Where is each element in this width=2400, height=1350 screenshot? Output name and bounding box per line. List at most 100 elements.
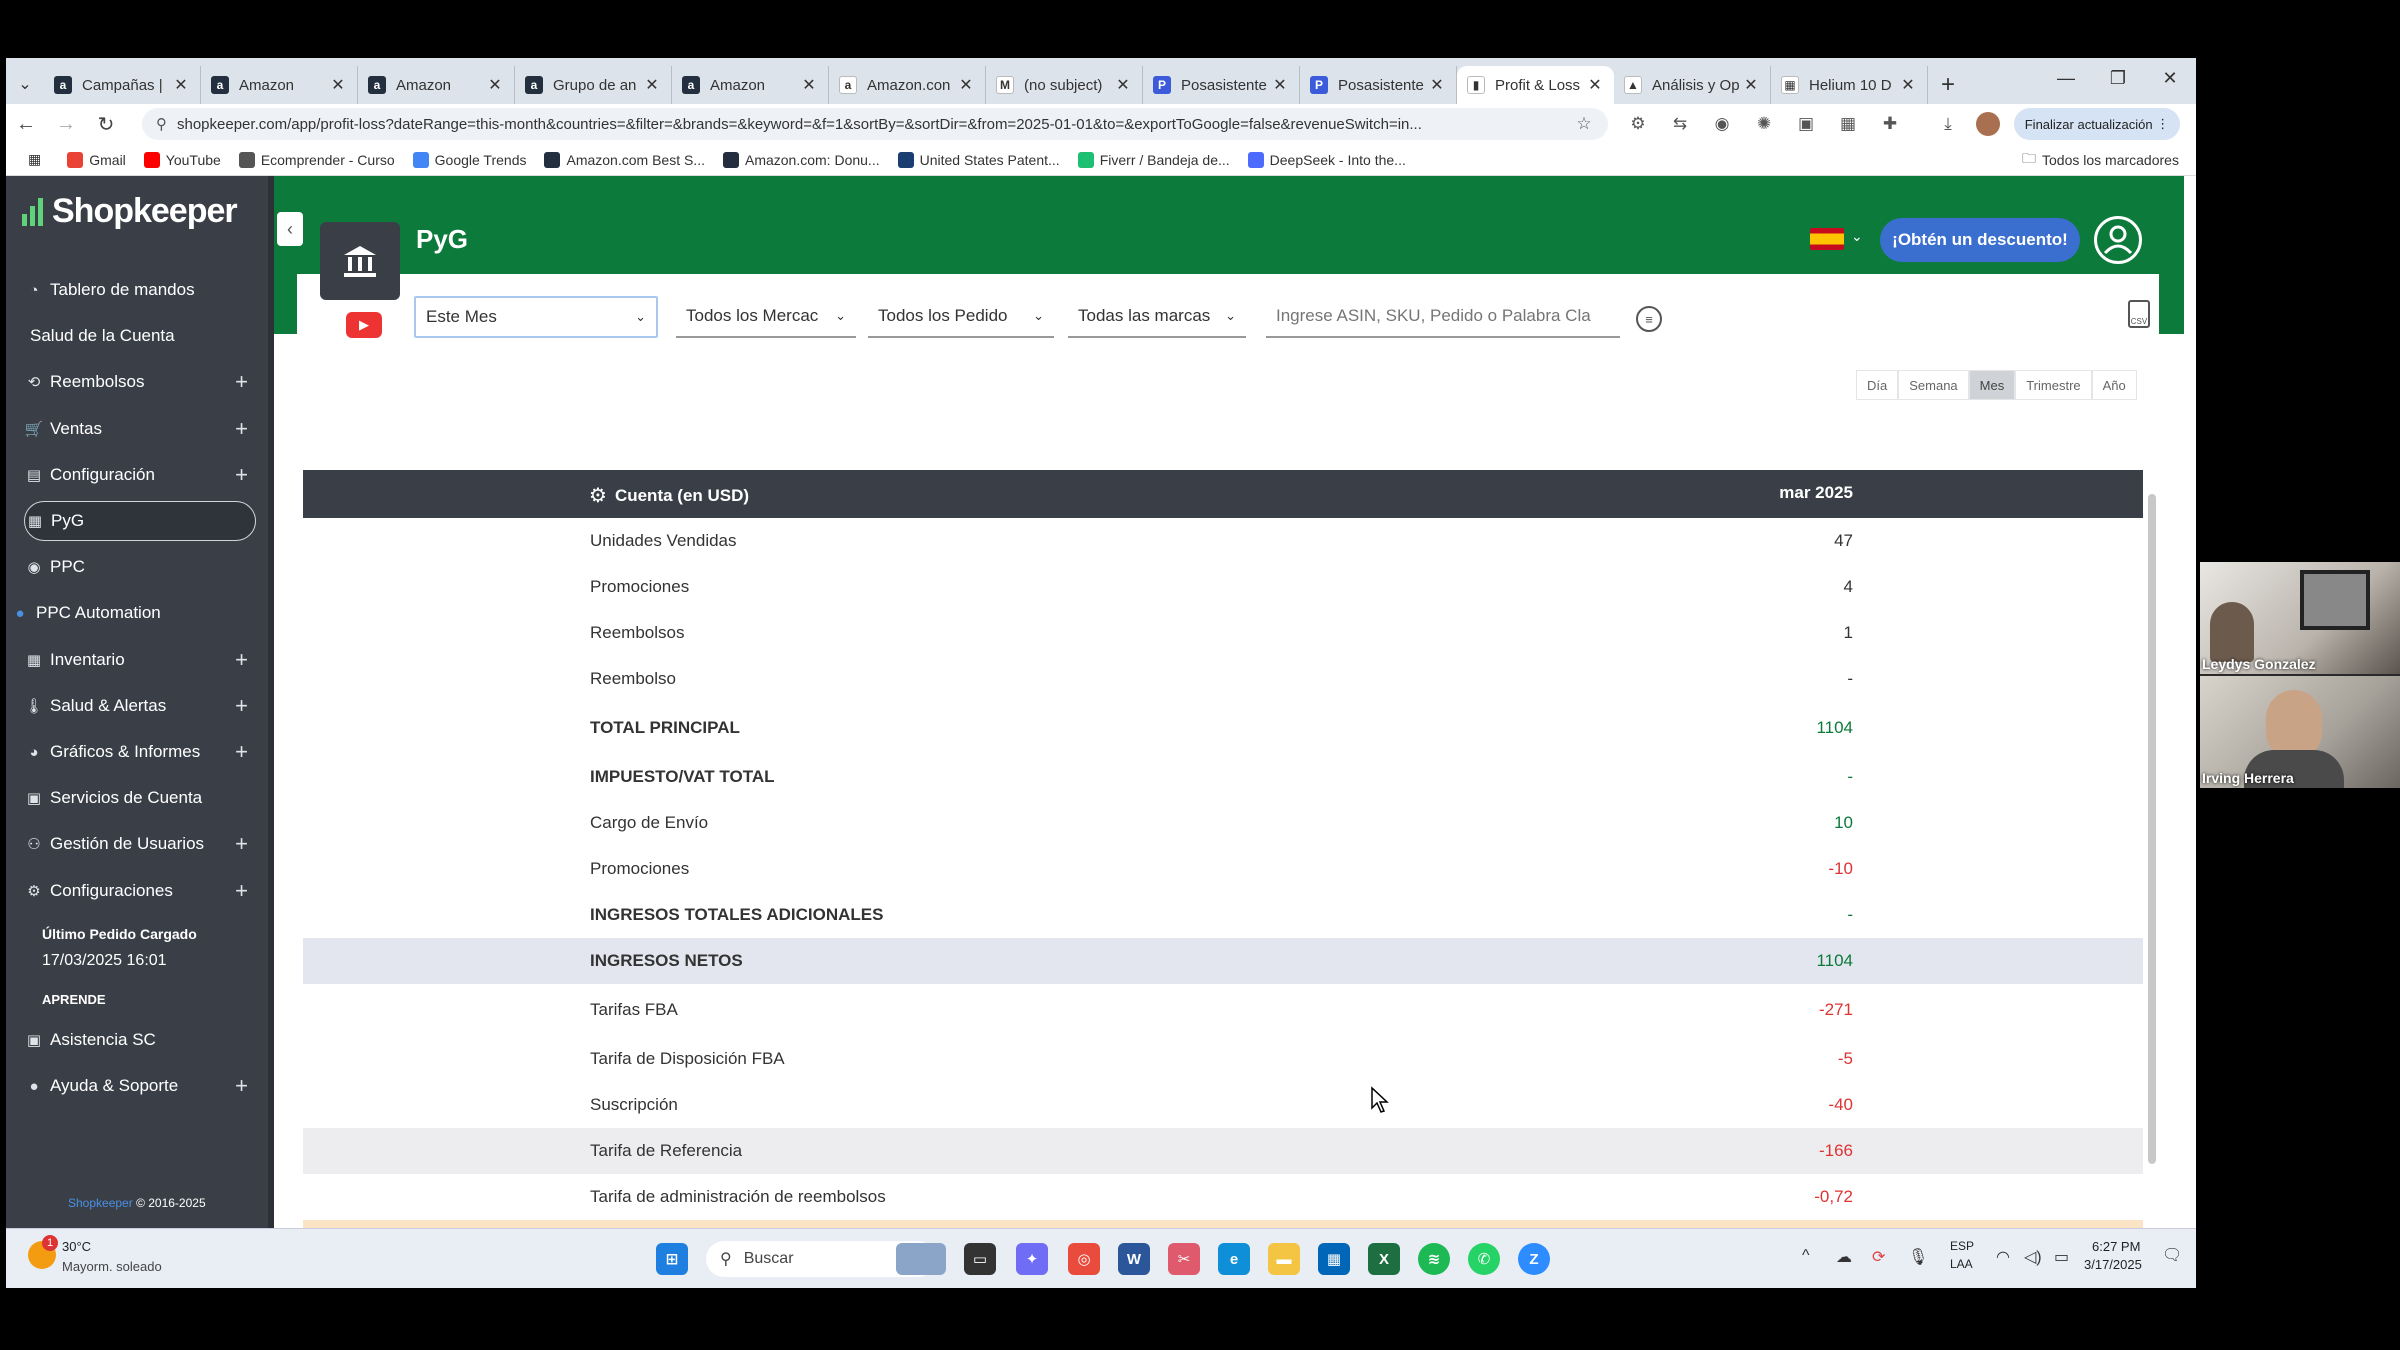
close-tab-icon[interactable]: ✕ <box>1114 75 1132 95</box>
bookmark-item[interactable]: Amazon.com: Donu... <box>722 151 880 168</box>
close-tab-icon[interactable]: ✕ <box>643 75 661 95</box>
asin-search-input[interactable] <box>1266 296 1620 338</box>
sidebar-item[interactable]: ◔ Tablero de mandos <box>24 270 260 310</box>
period-option[interactable]: Trimestre <box>2015 370 2092 400</box>
expand-plus-icon[interactable]: + <box>235 878 248 904</box>
close-tab-icon[interactable]: ✕ <box>1271 75 1289 95</box>
sidebar-item[interactable]: ▣ Servicios de Cuenta <box>24 778 260 818</box>
bookmark-item[interactable]: Ecomprender - Curso <box>238 151 395 168</box>
site-info-icon[interactable]: ⚲ <box>156 115 167 133</box>
marketplace-select[interactable]: Todos los Mercac ⌄ <box>676 296 856 338</box>
extension-icon[interactable]: ▦ <box>1836 112 1860 136</box>
browser-tab[interactable]: ▮ Profit & Loss ✕ <box>1457 66 1614 104</box>
browser-tab[interactable]: ▲ Análisis y Op ✕ <box>1614 66 1771 104</box>
sidebar-item[interactable]: ● PPC Automation <box>10 593 246 633</box>
period-option[interactable]: Día <box>1856 370 1899 400</box>
file-explorer-icon[interactable]: ▬ <box>1268 1243 1300 1275</box>
discount-button[interactable]: ¡Obtén un descuento! <box>1880 218 2080 262</box>
bookmark-item[interactable]: YouTube <box>143 151 221 168</box>
participant-tile[interactable]: Irving Herrera <box>2200 676 2400 788</box>
edge-icon[interactable]: e <box>1218 1243 1250 1275</box>
browser-tab[interactable]: a Amazon ✕ <box>672 66 829 104</box>
volume-icon[interactable]: ◁) <box>2024 1247 2042 1267</box>
sidebar-item[interactable]: ⚙ Configuraciones + <box>24 871 260 911</box>
profile-avatar[interactable] <box>1976 112 2000 136</box>
sidebar-item[interactable]: ▦ PyG <box>24 501 256 541</box>
period-option[interactable]: Año <box>2091 370 2137 400</box>
sidebar-item[interactable]: ◉ PPC <box>24 547 260 587</box>
battery-icon[interactable]: ▭ <box>2054 1247 2069 1267</box>
sync-icon[interactable]: ⟳ <box>1872 1247 1885 1267</box>
period-option[interactable]: Semana <box>1898 370 1969 400</box>
wifi-icon[interactable]: ◠ <box>1996 1247 2010 1267</box>
tray-chevron-icon[interactable]: ^ <box>1802 1247 1810 1265</box>
date-range-select[interactable]: Este Mes ⌄ <box>414 296 658 338</box>
expand-plus-icon[interactable]: + <box>235 369 248 395</box>
extension-icon[interactable]: ✺ <box>1752 112 1776 136</box>
download-icon[interactable]: ⤓ <box>1936 112 1960 136</box>
chrome-icon[interactable]: ◎ <box>1068 1243 1100 1275</box>
sidebar-item[interactable]: ▤ Configuración + <box>24 455 260 495</box>
update-button[interactable]: Finalizar actualización ⋮ <box>2014 108 2180 140</box>
onedrive-icon[interactable]: ☁ <box>1836 1247 1852 1267</box>
chevron-down-icon[interactable]: ⌄ <box>1851 228 1863 245</box>
sidebar-item[interactable]: Salud de la Cuenta <box>24 316 260 356</box>
expand-plus-icon[interactable]: + <box>235 1073 248 1099</box>
minimize-icon[interactable]: — <box>2040 58 2092 98</box>
user-avatar[interactable] <box>2094 216 2142 264</box>
bookmark-item[interactable]: Google Trends <box>412 151 526 168</box>
restore-icon[interactable]: ❐ <box>2092 58 2144 98</box>
close-tab-icon[interactable]: ✕ <box>172 75 190 95</box>
browser-tab[interactable]: a Amazon ✕ <box>358 66 515 104</box>
brands-select[interactable]: Todas las marcas ⌄ <box>1068 296 1246 338</box>
microphone-icon[interactable]: 🎙 <box>1908 1247 1928 1267</box>
settings-gear-icon[interactable]: ⚙ <box>589 483 607 508</box>
browser-tab[interactable]: M (no subject) ✕ <box>986 66 1143 104</box>
browser-tab[interactable]: P Posasistente ✕ <box>1300 66 1457 104</box>
browser-tab[interactable]: a Amazon ✕ <box>201 66 358 104</box>
close-tab-icon[interactable]: ✕ <box>1742 75 1760 95</box>
bookmark-item[interactable]: Gmail <box>67 151 126 168</box>
sidebar-item[interactable]: 🌡 Salud & Alertas + <box>24 686 260 726</box>
close-tab-icon[interactable]: ✕ <box>486 75 504 95</box>
clock-time[interactable]: 6:27 PM <box>2092 1239 2140 1254</box>
zoom-icon[interactable]: Z <box>1518 1243 1550 1275</box>
close-tab-icon[interactable]: ✕ <box>329 75 347 95</box>
reload-icon[interactable]: ↻ <box>86 112 126 137</box>
participant-tile[interactable]: Leydys Gonzalez <box>2200 562 2400 674</box>
whatsapp-icon[interactable]: ✆ <box>1468 1243 1500 1275</box>
close-tab-icon[interactable]: ✕ <box>1428 75 1446 95</box>
browser-tab[interactable]: ▦ Helium 10 D ✕ <box>1771 66 1928 104</box>
browser-tab[interactable]: P Posasistente ✕ <box>1143 66 1300 104</box>
close-tab-icon[interactable]: ✕ <box>800 75 818 95</box>
store-icon[interactable]: ▦ <box>1318 1243 1350 1275</box>
close-tab-icon[interactable]: ✕ <box>957 75 975 95</box>
sidebar-item[interactable]: ● Ayuda & Soporte + <box>24 1066 260 1106</box>
expand-plus-icon[interactable]: + <box>235 831 248 857</box>
extension-icon[interactable]: ▣ <box>1794 112 1818 136</box>
notifications-icon[interactable]: 🗨 <box>2162 1245 2182 1265</box>
spain-flag-icon[interactable] <box>1810 228 1844 250</box>
csv-export-icon[interactable]: CSV <box>2128 300 2150 328</box>
expand-plus-icon[interactable]: + <box>235 693 248 719</box>
tab-search-icon[interactable]: ⌄ <box>6 64 44 104</box>
bookmark-item[interactable]: Fiverr / Bandeja de... <box>1077 151 1230 168</box>
close-window-icon[interactable]: ✕ <box>2144 58 2196 98</box>
close-tab-icon[interactable]: ✕ <box>1586 75 1604 95</box>
collapse-sidebar-button[interactable]: ‹ <box>277 212 303 246</box>
bookmark-item[interactable]: DeepSeek - Into the... <box>1247 151 1406 168</box>
extensions-puzzle-icon[interactable]: ✚ <box>1878 112 1902 136</box>
browser-tab[interactable]: a Campañas | ✕ <box>44 66 201 104</box>
apps-grid-icon[interactable]: ▦ <box>28 151 41 168</box>
new-tab-button[interactable]: + <box>1928 66 1968 104</box>
clock-date[interactable]: 3/17/2025 <box>2084 1257 2142 1272</box>
widgets-icon[interactable] <box>896 1243 946 1275</box>
browser-tab[interactable]: a Grupo de an ✕ <box>515 66 672 104</box>
table-scrollbar[interactable] <box>2148 494 2156 1164</box>
all-bookmarks[interactable]: 🗀 Todos los marcadores <box>2022 148 2179 172</box>
expand-plus-icon[interactable]: + <box>235 416 248 442</box>
close-tab-icon[interactable]: ✕ <box>1899 75 1917 95</box>
sidebar-item[interactable]: ▣ Asistencia SC <box>24 1020 260 1060</box>
browser-tab[interactable]: a Amazon.con ✕ <box>829 66 986 104</box>
extension-icon[interactable]: ◉ <box>1710 112 1734 136</box>
